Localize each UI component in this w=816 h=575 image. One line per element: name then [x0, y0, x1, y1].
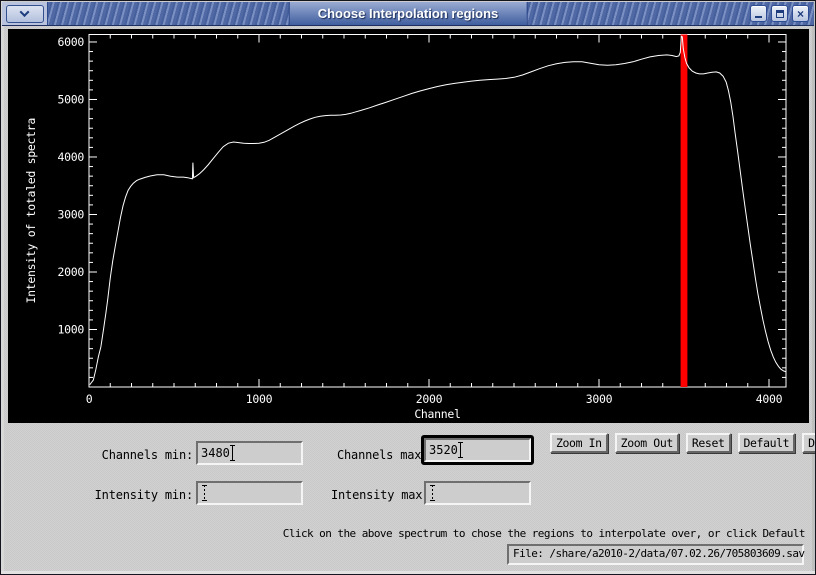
zoom-in-button[interactable]: Zoom In: [550, 433, 608, 453]
titlebar[interactable]: Choose Interpolation regions ×: [2, 2, 814, 26]
channels-max-label: Channels max:: [337, 448, 425, 462]
intensity-min-label: Intensity min:: [91, 488, 193, 502]
choose-interpolation-window: Choose Interpolation regions × 0 1000 2000…: [0, 0, 816, 575]
close-button[interactable]: ×: [792, 5, 809, 22]
button-row: Zoom In Zoom Out Reset Default Done: [550, 433, 816, 453]
default-button[interactable]: Default: [738, 433, 796, 453]
maximize-icon: [776, 10, 784, 18]
text-cursor: [229, 445, 236, 461]
text-cursor: [457, 442, 464, 458]
intensity-max-fieldwrap: [421, 478, 534, 508]
text-cursor: [429, 485, 436, 501]
y-tick-label: 5000: [58, 92, 85, 106]
y-tick-label: 2000: [58, 265, 85, 279]
channels-max-input[interactable]: 3520: [424, 438, 531, 462]
minimize-icon: [755, 16, 762, 18]
chevron-down-icon: [20, 7, 30, 17]
x-tick-label: 4000: [756, 392, 783, 406]
x-tick-label: 3000: [586, 392, 613, 406]
x-tick-label: 1000: [246, 392, 273, 406]
x-tick-label: 0: [86, 392, 93, 406]
highlight-band[interactable]: [681, 35, 688, 388]
spectrum-plot-svg[interactable]: 0 1000 2000 3000 4000 1000 2000 3000 4000 5000 600…: [8, 29, 809, 423]
minimize-button[interactable]: [750, 5, 767, 22]
titlebar-left-segment: [2, 2, 48, 25]
file-path-label: File: /share/a2010-2/data/07.02.26/70580…: [507, 544, 804, 565]
y-tick-label: 1000: [58, 322, 85, 336]
close-icon: ×: [797, 8, 804, 20]
x-axis-title: Channel: [414, 407, 460, 421]
window-title: Choose Interpolation regions: [289, 2, 528, 25]
zoom-out-button[interactable]: Zoom Out: [615, 433, 679, 453]
channels-min-fieldwrap: 3480: [193, 438, 306, 468]
y-axis-title: Intensity of totaled spectra: [24, 118, 38, 303]
channels-max-fieldwrap: 3520: [421, 435, 534, 465]
instruction-text: Click on the above spectrum to chose the…: [283, 527, 805, 540]
intensity-min-input[interactable]: [196, 481, 303, 505]
maximize-button[interactable]: [771, 5, 788, 22]
channels-min-input[interactable]: 3480: [196, 441, 303, 465]
intensity-max-label: Intensity max:: [331, 488, 425, 502]
intensity-max-input[interactable]: [424, 481, 531, 505]
channels-min-value: 3480: [201, 444, 230, 462]
y-tick-label: 6000: [58, 35, 85, 49]
intensity-min-fieldwrap: [193, 478, 306, 508]
y-tick-label: 3000: [58, 207, 85, 221]
text-cursor: [201, 485, 208, 501]
window-menu-button[interactable]: [6, 5, 44, 23]
y-tick-label: 4000: [58, 150, 85, 164]
channels-min-label: Channels min:: [97, 448, 193, 462]
reset-button[interactable]: Reset: [686, 433, 731, 453]
channels-max-value: 3520: [429, 441, 458, 459]
x-tick-label: 2000: [416, 392, 443, 406]
done-button[interactable]: Done: [802, 433, 816, 453]
spectrum-plot[interactable]: 0 1000 2000 3000 4000 1000 2000 3000 4000 5000 600…: [8, 29, 809, 423]
